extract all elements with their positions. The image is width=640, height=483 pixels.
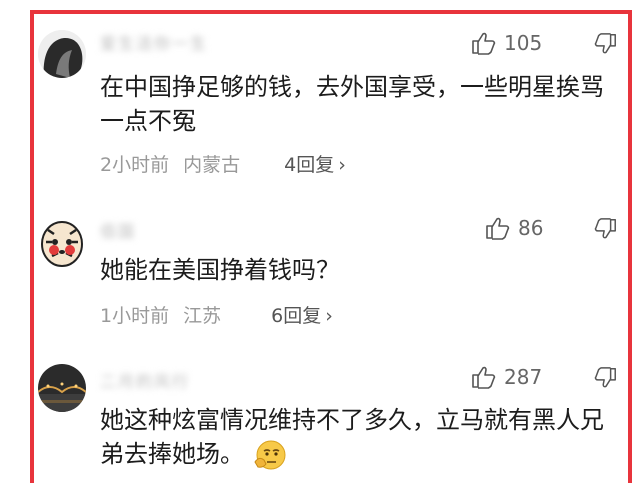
thinking-face-emoji-icon	[252, 438, 286, 472]
comment-meta: 1小时前 江苏 6回复 ›	[100, 301, 361, 328]
replies-label: 6回复	[271, 305, 322, 327]
comment-time: 2小时前	[100, 154, 170, 176]
comment-text: 在中国挣足够的钱，去外国享受，一些明星挨骂一点不冤	[100, 73, 604, 135]
comment-location: 江苏	[183, 305, 222, 327]
like-count: 287	[504, 365, 543, 389]
comment-text-content: 她这种炫富情况维持不了多久，立马就有黑人兄弟去捧她场。	[100, 406, 604, 468]
username[interactable]: 二月的风行	[100, 368, 190, 392]
like-button[interactable]: 86	[484, 215, 543, 241]
thumbs-up-icon	[472, 366, 496, 389]
dislike-button[interactable]	[594, 366, 618, 394]
dark-hair-avatar-icon	[38, 30, 86, 78]
chevron-right-icon: ›	[325, 305, 333, 327]
thumbs-up-icon	[472, 32, 496, 55]
avatar[interactable]	[38, 30, 86, 78]
thumbs-down-icon	[594, 33, 616, 54]
replies-link[interactable]: 4回复 ›	[284, 154, 360, 176]
chevron-right-icon: ›	[338, 154, 346, 176]
avatar[interactable]	[38, 364, 86, 412]
like-count: 105	[504, 31, 543, 55]
replies-link[interactable]: 6回复 ›	[271, 305, 347, 327]
comment-time: 1小时前	[100, 305, 170, 327]
replies-label: 4回复	[284, 154, 335, 176]
dislike-button[interactable]	[594, 217, 618, 245]
thumbs-down-icon	[594, 367, 616, 388]
like-button[interactable]: 287	[470, 364, 542, 390]
comment-text: 她能在美国挣着钱吗？	[100, 256, 340, 284]
username[interactable]: 爱生活你​一生	[100, 30, 208, 54]
like-count: 86	[518, 216, 544, 240]
dislike-button[interactable]	[594, 32, 618, 60]
thumbs-up-icon	[486, 217, 510, 240]
like-button[interactable]: 105	[470, 30, 542, 56]
night-bridge-avatar-icon	[38, 364, 86, 412]
comment-text: 她这种炫富情况维持不了多久，立马就有黑人兄弟去捧她场。	[100, 403, 620, 472]
thumbs-down-icon	[594, 218, 616, 239]
comment-location: 内蒙古	[183, 154, 241, 176]
comment-meta: 2小时前 内蒙古 4回复 ›	[100, 150, 374, 177]
tiger-avatar-icon	[41, 221, 83, 267]
avatar[interactable]	[38, 214, 86, 267]
username[interactable]: 佰国	[100, 218, 136, 242]
